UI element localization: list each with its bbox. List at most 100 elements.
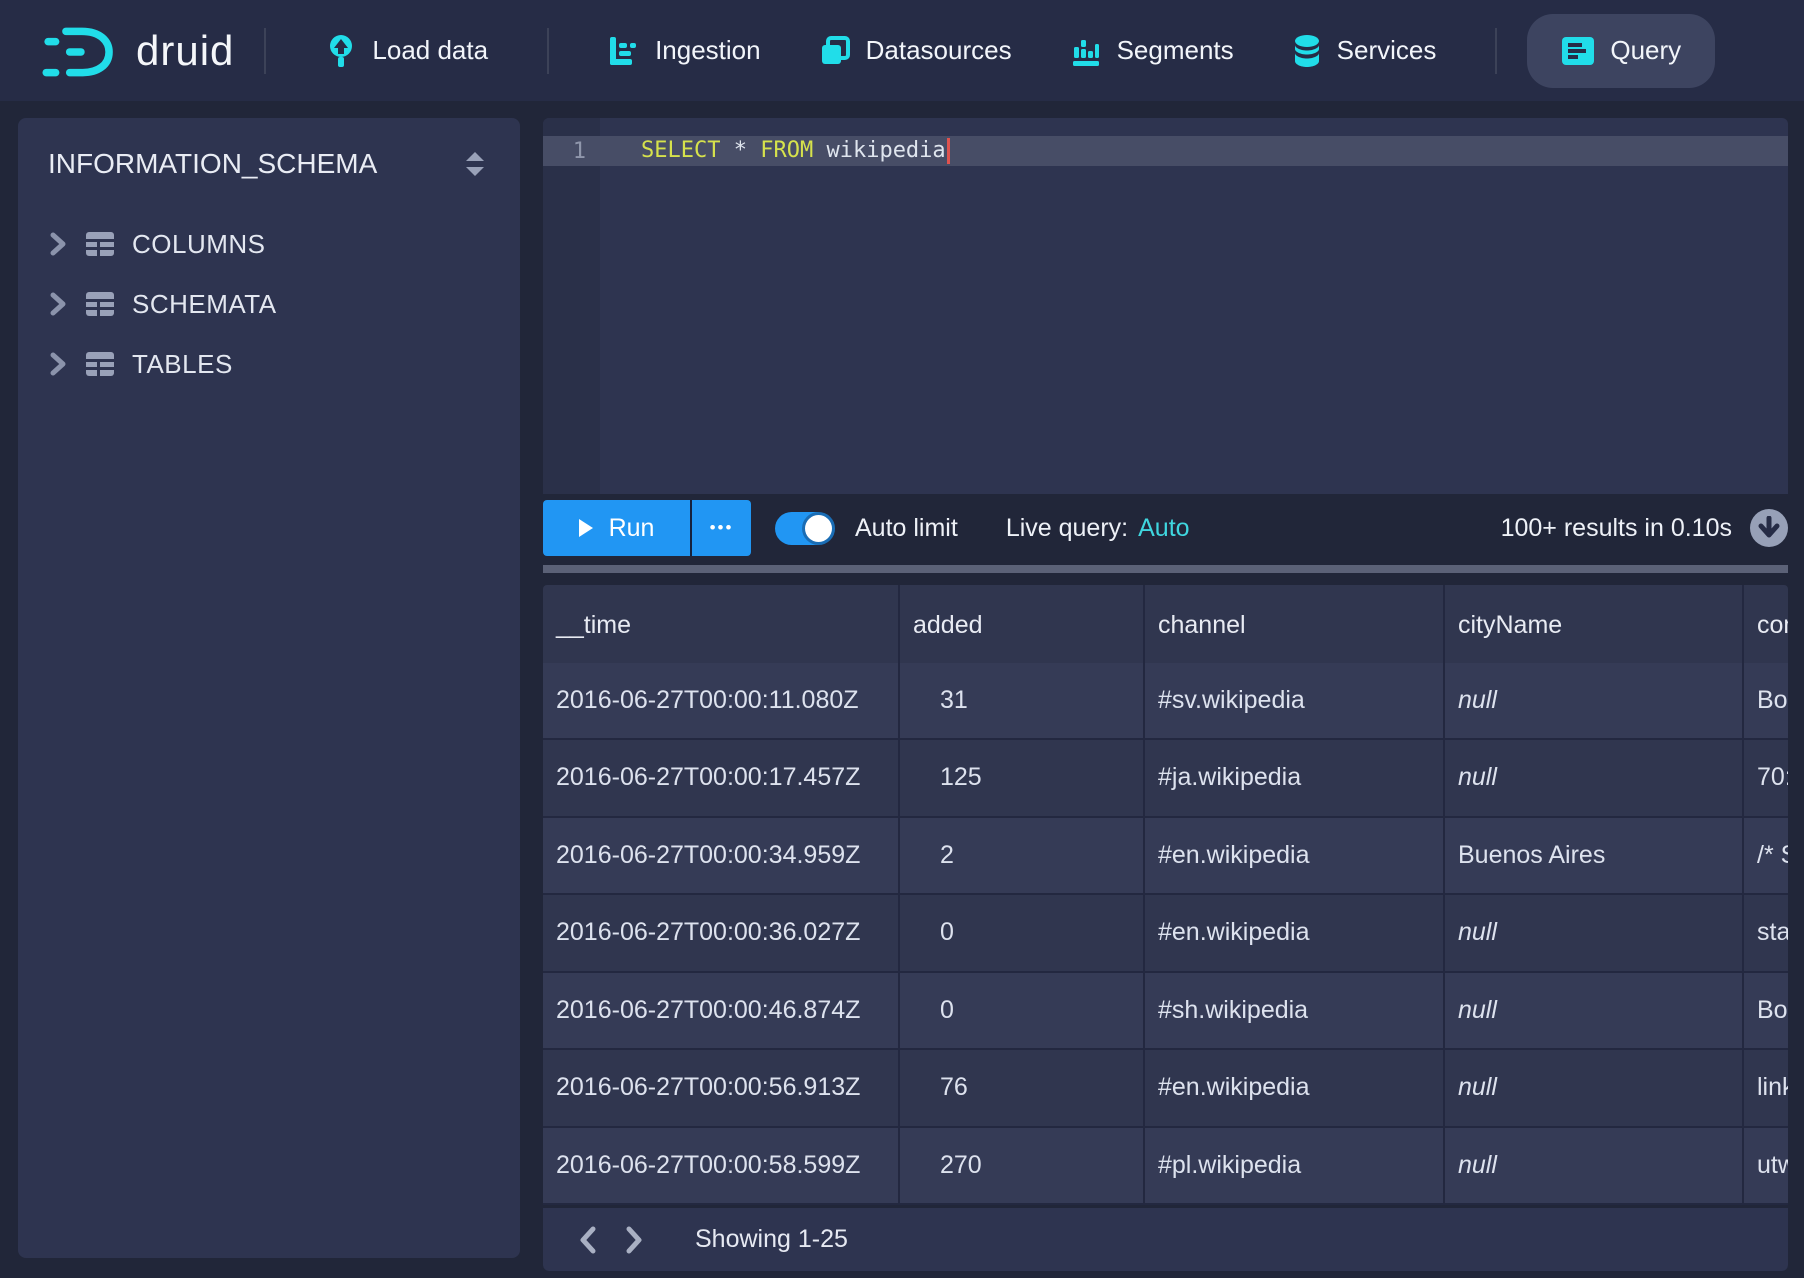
column-header-added[interactable]: added <box>900 585 1145 668</box>
chevron-right-icon[interactable] <box>48 291 68 317</box>
tree-item-tables[interactable]: TABLES <box>18 334 520 394</box>
cell-channel[interactable]: #en.wikipedia <box>1145 1050 1445 1128</box>
query-console-icon <box>1561 36 1595 66</box>
cell-comment[interactable]: sta <box>1744 895 1788 973</box>
cell-comment[interactable]: Bot <box>1744 663 1788 741</box>
nav-item-ingestion[interactable]: Ingestion <box>579 16 790 86</box>
table-icon <box>85 291 115 317</box>
double-caret-vertical-icon[interactable] <box>464 150 486 178</box>
line-number: 1 <box>543 139 600 164</box>
cell-channel[interactable]: #pl.wikipedia <box>1145 1128 1445 1206</box>
main-area: INFORMATION_SCHEMA <box>0 101 1804 1278</box>
nav-item-datasources[interactable]: Datasources <box>790 16 1041 86</box>
download-arrow-icon <box>1758 516 1780 540</box>
nav-item-segments[interactable]: Segments <box>1041 16 1263 86</box>
schema-selector[interactable]: INFORMATION_SCHEMA <box>18 148 520 180</box>
cell-channel[interactable]: #ja.wikipedia <box>1145 740 1445 818</box>
cell-added[interactable]: 0 <box>900 895 1145 973</box>
next-page-button[interactable] <box>611 1217 657 1263</box>
nav-item-services[interactable]: Services <box>1263 16 1466 86</box>
resize-splitter[interactable] <box>543 565 1788 573</box>
code-line-1[interactable]: 1 SELECT * FROM wikipedia <box>543 136 1788 166</box>
download-results-button[interactable] <box>1750 509 1788 547</box>
auto-limit-label: Auto limit <box>855 514 958 543</box>
cell-time[interactable]: 2016-06-27T00:00:46.874Z <box>543 973 900 1051</box>
cell-comment[interactable]: link <box>1744 1050 1788 1128</box>
column-header-channel[interactable]: channel <box>1145 585 1445 668</box>
cell-channel[interactable]: #en.wikipedia <box>1145 818 1445 896</box>
nav-label: Ingestion <box>655 35 761 66</box>
text-cursor <box>947 138 950 164</box>
chevron-right-icon[interactable] <box>48 351 68 377</box>
nav-item-query[interactable]: Query <box>1527 14 1715 88</box>
chevron-left-icon <box>579 1226 597 1254</box>
cell-time[interactable]: 2016-06-27T00:00:11.080Z <box>543 663 900 741</box>
cell-time[interactable]: 2016-06-27T00:00:36.027Z <box>543 895 900 973</box>
nav-label: Services <box>1337 35 1437 66</box>
cell-cityName[interactable]: Buenos Aires <box>1445 818 1744 896</box>
nav-item-load-data[interactable]: Load data <box>296 16 517 86</box>
nav-divider <box>1495 28 1497 74</box>
tree-item-label: COLUMNS <box>132 229 266 260</box>
sql-editor[interactable]: 1 SELECT * FROM wikipedia <box>543 118 1788 494</box>
cell-time[interactable]: 2016-06-27T00:00:34.959Z <box>543 818 900 896</box>
cell-cityName[interactable]: null <box>1445 1050 1744 1128</box>
tree-item-schemata[interactable]: SCHEMATA <box>18 274 520 334</box>
cell-cityName[interactable]: null <box>1445 973 1744 1051</box>
brand-name: druid <box>136 27 234 75</box>
query-workbench: 1 SELECT * FROM wikipedia Run ••• Auto l… <box>543 118 1788 1271</box>
column-header-time[interactable]: __time <box>543 585 900 668</box>
cell-time[interactable]: 2016-06-27T00:00:58.599Z <box>543 1128 900 1206</box>
run-button-label: Run <box>609 514 655 543</box>
run-more-options-button[interactable]: ••• <box>690 500 751 556</box>
column-header-comment[interactable]: comment <box>1744 585 1788 668</box>
nav-label: Datasources <box>866 35 1012 66</box>
cell-added[interactable]: 125 <box>900 740 1145 818</box>
cell-added[interactable]: 76 <box>900 1050 1145 1128</box>
column-header-cityName[interactable]: cityName <box>1445 585 1744 668</box>
cell-comment[interactable]: /* S <box>1744 818 1788 896</box>
previous-page-button[interactable] <box>565 1217 611 1263</box>
cell-channel[interactable]: #sh.wikipedia <box>1145 973 1445 1051</box>
cell-time[interactable]: 2016-06-27T00:00:56.913Z <box>543 1050 900 1128</box>
run-button[interactable]: Run <box>543 500 690 556</box>
results-table: __time added channel cityName comment 20… <box>543 585 1788 1205</box>
results-panel: __time added channel cityName comment 20… <box>543 585 1788 1271</box>
results-pagination-bar: Showing 1-25 <box>543 1208 1788 1271</box>
cell-channel[interactable]: #sv.wikipedia <box>1145 663 1445 741</box>
tree-item-columns[interactable]: COLUMNS <box>18 214 520 274</box>
segments-icon <box>1070 35 1102 67</box>
cell-comment[interactable]: 70: <box>1744 740 1788 818</box>
toggle-knob <box>805 515 832 542</box>
live-query-mode-select[interactable]: Auto <box>1138 514 1189 543</box>
results-summary: 100+ results in 0.10s <box>1501 514 1732 543</box>
cell-cityName[interactable]: null <box>1445 740 1744 818</box>
auto-limit-toggle[interactable] <box>775 512 835 545</box>
cell-cityName[interactable]: null <box>1445 1128 1744 1206</box>
nav-divider <box>264 28 266 74</box>
cell-channel[interactable]: #en.wikipedia <box>1145 895 1445 973</box>
cell-added[interactable]: 0 <box>900 973 1145 1051</box>
run-split-button: Run ••• <box>543 500 751 556</box>
top-navigation-bar: druid Load data I <box>0 0 1804 101</box>
cell-cityName[interactable]: null <box>1445 663 1744 741</box>
druid-logo[interactable]: druid <box>40 21 234 81</box>
cell-comment[interactable]: utw <box>1744 1128 1788 1206</box>
live-query-label: Live query: <box>1006 514 1128 543</box>
nav-label: Load data <box>372 35 488 66</box>
run-toolbar: Run ••• Auto limit Live query: Auto 100+… <box>543 500 1788 556</box>
cell-cityName[interactable]: null <box>1445 895 1744 973</box>
cell-time[interactable]: 2016-06-27T00:00:17.457Z <box>543 740 900 818</box>
cell-added[interactable]: 31 <box>900 663 1145 741</box>
play-icon <box>579 519 593 537</box>
cell-added[interactable]: 2 <box>900 818 1145 896</box>
cell-comment[interactable]: Bot <box>1744 973 1788 1051</box>
cell-added[interactable]: 270 <box>900 1128 1145 1206</box>
schema-sidebar: INFORMATION_SCHEMA <box>18 118 520 1258</box>
upload-icon <box>325 34 357 68</box>
datasources-icon <box>819 35 851 67</box>
chevron-right-icon[interactable] <box>48 231 68 257</box>
chevron-right-icon <box>625 1226 643 1254</box>
sql-text[interactable]: SELECT * FROM wikipedia <box>600 138 950 164</box>
database-icon <box>1292 34 1322 68</box>
